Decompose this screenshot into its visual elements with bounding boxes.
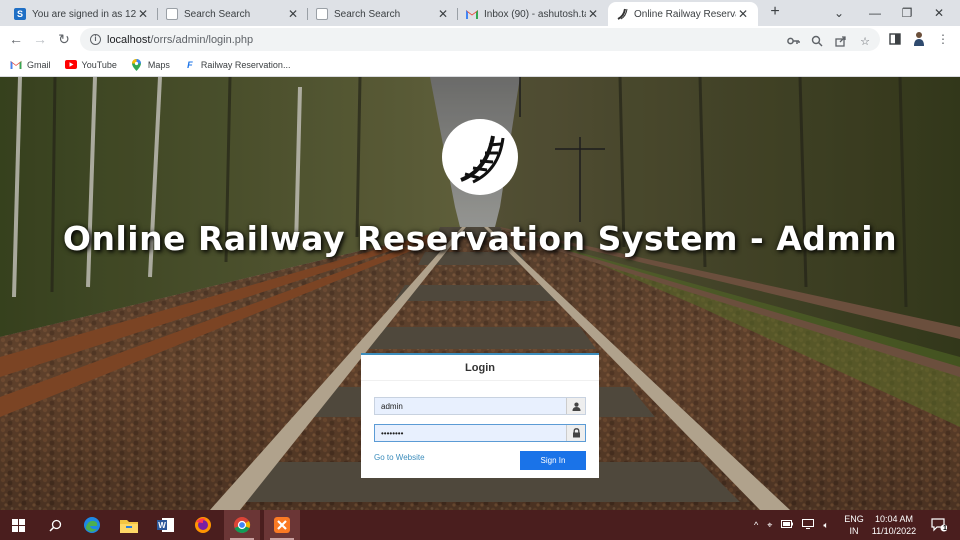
edge-icon[interactable] — [74, 510, 110, 540]
info-icon[interactable]: i — [90, 34, 101, 45]
go-to-website-link[interactable]: Go to Website — [374, 453, 425, 462]
notification-count: 1 — [943, 525, 947, 532]
windows-start-icon[interactable] — [0, 510, 36, 540]
bookmark-label: YouTube — [81, 59, 117, 70]
back-button[interactable]: ← — [6, 29, 26, 49]
close-icon[interactable]: ✕ — [436, 7, 450, 21]
chevron-down-icon[interactable]: ⌄ — [822, 0, 856, 26]
url-path: /orrs/admin/login.php — [150, 33, 254, 46]
xampp-icon[interactable] — [264, 510, 300, 540]
close-icon[interactable]: ✕ — [736, 7, 750, 21]
firefox-icon[interactable] — [185, 510, 221, 540]
railway-icon: F — [187, 59, 193, 70]
password-field — [374, 424, 586, 442]
star-icon[interactable]: ☆ — [858, 34, 872, 48]
volume-icon[interactable]: 🔈︎ — [823, 520, 828, 531]
profile-avatar[interactable] — [910, 30, 928, 48]
windows-taskbar: W ^ ⌖ 🔈︎ ENG IN 10:04 AM 11/10/2022 1 — [0, 510, 960, 540]
battery-icon[interactable] — [781, 520, 794, 530]
close-icon[interactable]: ✕ — [586, 7, 600, 21]
page-content: Online Railway Reservation System - Admi… — [0, 77, 960, 510]
railway-logo — [442, 119, 518, 195]
bookmarks-bar: Gmail YouTube Maps F Railway Reservation… — [0, 53, 960, 77]
side-panel-icon[interactable] — [886, 30, 904, 48]
tab-search-2[interactable]: Search Search ✕ — [308, 2, 458, 26]
gmail-icon — [10, 60, 22, 70]
password-input[interactable] — [375, 425, 566, 441]
language-indicator[interactable]: ENG IN — [842, 513, 866, 537]
youtube-icon — [64, 60, 77, 70]
minimize-button[interactable]: — — [858, 0, 892, 26]
tab-title: Search Search — [334, 8, 401, 20]
tab-title: Search Search — [184, 8, 251, 20]
clock[interactable]: 10:04 AM 11/10/2022 — [864, 513, 924, 537]
tab-signed-in[interactable]: S You are signed in as 1218 ✕ — [6, 2, 158, 26]
username-input[interactable] — [375, 398, 566, 414]
maps-icon — [131, 58, 143, 71]
bookmark-label: Maps — [147, 59, 170, 70]
restore-button[interactable]: ❐ — [890, 0, 924, 26]
chevron-up-icon[interactable]: ^ — [754, 520, 758, 530]
tab-inbox[interactable]: Inbox (90) - ashutosh.talik ✕ — [458, 2, 608, 26]
bookmark-label: Gmail — [27, 59, 51, 70]
bookmark-youtube[interactable]: YouTube — [64, 59, 117, 70]
wifi-icon[interactable] — [802, 519, 815, 531]
tab-railway[interactable]: Online Railway Reservation ✕ — [608, 2, 758, 26]
url-text[interactable]: localhost/orrs/admin/login.php — [107, 34, 253, 46]
svg-text:W: W — [158, 521, 166, 530]
tab-title: Online Railway Reservation — [634, 8, 736, 20]
bookmark-railway[interactable]: F Railway Reservation... — [184, 59, 291, 70]
language-region: IN — [849, 526, 859, 536]
sign-in-button[interactable]: Sign In — [520, 451, 586, 470]
url-host: localhost — [107, 33, 151, 46]
chrome-icon[interactable] — [224, 510, 260, 540]
clock-time: 10:04 AM — [874, 514, 914, 524]
system-tray: ^ ⌖ 🔈︎ — [754, 510, 829, 540]
tab-strip: S You are signed in as 1218 ✕ Search Sea… — [0, 0, 960, 26]
tab-title: Inbox (90) - ashutosh.talik — [484, 8, 586, 20]
new-tab-button[interactable]: + — [766, 3, 784, 21]
gmail-icon — [466, 8, 478, 20]
page-title: Online Railway Reservation System - Admi… — [62, 219, 898, 258]
browser-toolbar: ← → ↻ i localhost/orrs/admin/login.php ☆… — [0, 26, 960, 53]
word-icon[interactable]: W — [148, 510, 184, 540]
bookmark-maps[interactable]: Maps — [131, 58, 170, 71]
close-window-button[interactable]: ✕ — [922, 0, 956, 26]
username-field — [374, 397, 586, 415]
menu-icon[interactable]: ⋮ — [934, 30, 952, 48]
notification-icon[interactable]: 1 — [922, 510, 956, 540]
network-icon[interactable]: ⌖ — [767, 520, 772, 531]
clock-date: 11/10/2022 — [871, 526, 917, 536]
tab-search-1[interactable]: Search Search ✕ — [158, 2, 308, 26]
bookmark-gmail[interactable]: Gmail — [10, 60, 51, 70]
reload-button[interactable]: ↻ — [54, 29, 74, 49]
lock-icon — [566, 425, 585, 441]
railway-icon — [616, 8, 628, 20]
zoom-icon[interactable] — [810, 34, 824, 48]
share-icon[interactable] — [834, 34, 848, 48]
forward-button[interactable]: → — [30, 29, 50, 49]
page-icon — [166, 8, 178, 20]
page-icon — [316, 8, 328, 20]
address-bar[interactable]: i localhost/orrs/admin/login.php ☆ — [80, 28, 880, 51]
key-icon[interactable] — [786, 34, 800, 48]
login-card: Login Go to Website Sign In — [361, 353, 599, 478]
user-icon — [566, 398, 585, 414]
file-explorer-icon[interactable] — [111, 510, 147, 540]
close-icon[interactable]: ✕ — [136, 7, 150, 21]
language-code: ENG — [844, 514, 864, 524]
bookmark-label: Railway Reservation... — [200, 59, 291, 70]
s-icon: S — [14, 8, 26, 20]
login-title: Login — [361, 355, 599, 381]
railway-logo-icon — [460, 135, 505, 184]
tab-title: You are signed in as 1218 — [32, 8, 136, 20]
close-icon[interactable]: ✕ — [286, 7, 300, 21]
search-icon[interactable] — [37, 510, 73, 540]
